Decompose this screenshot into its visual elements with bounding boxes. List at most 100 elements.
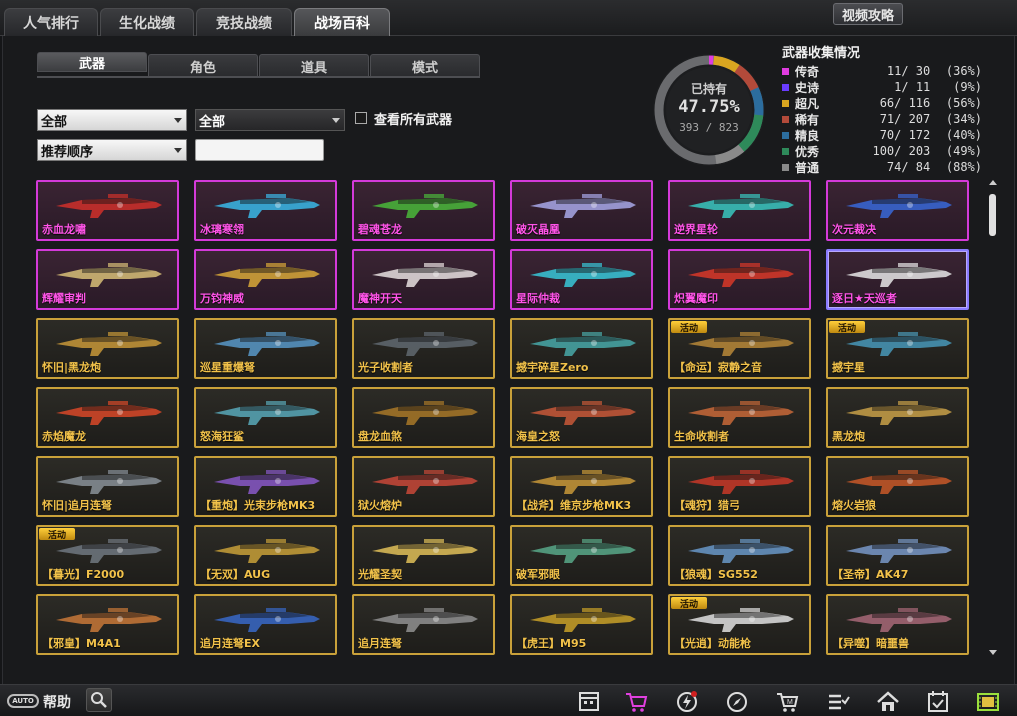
weapon-card[interactable]: 破灭晶凰 [510, 180, 653, 241]
help-label[interactable]: 帮助 [43, 692, 71, 712]
search-button[interactable] [86, 688, 112, 712]
weapon-card[interactable]: 辉耀审判 [36, 249, 179, 310]
sort-dropdown[interactable]: 推荐顺序 [37, 139, 187, 161]
auto-help-icon[interactable]: AUTO [7, 694, 39, 708]
grid-scrollbar[interactable] [987, 180, 999, 658]
weapon-name: 【无双】AUG [200, 568, 271, 581]
weapon-card[interactable]: 黑龙炮 [826, 387, 969, 448]
weapon-name: 【圣帝】AK47 [832, 568, 909, 581]
weapon-card[interactable]: 【魂狩】猎弓 [668, 456, 811, 517]
rarity-swatch [782, 147, 789, 155]
tab-zombie-stats[interactable]: 生化战绩 [100, 8, 194, 36]
home-icon[interactable] [874, 688, 902, 714]
subtab-items[interactable]: 道具 [259, 54, 369, 78]
subtab-characters[interactable]: 角色 [148, 54, 258, 78]
rarity-row: 稀有 71/ 207 (34%) [782, 111, 982, 127]
event-badge: 活动 [671, 597, 707, 610]
weapon-card[interactable]: 生命收割者 [668, 387, 811, 448]
sort-value: 推荐顺序 [41, 144, 94, 160]
scroll-down-arrow-icon[interactable] [989, 650, 997, 655]
tab-popularity[interactable]: 人气排行 [4, 8, 98, 36]
rarity-row: 普通 74/ 84 (88%) [782, 159, 982, 175]
weapon-card[interactable]: 巡星重爆弩 [194, 318, 337, 379]
category-dropdown[interactable]: 全部 [37, 109, 187, 131]
scroll-thumb[interactable] [989, 194, 996, 236]
weapon-card[interactable]: 【重炮】光束步枪MK3 [194, 456, 337, 517]
lightning-icon[interactable] [673, 688, 701, 714]
weapon-card[interactable]: 星际仲裁 [510, 249, 653, 310]
weapon-card[interactable]: 【狼魂】SG552 [668, 525, 811, 586]
weapon-card[interactable]: 追月连弩EX [194, 594, 337, 655]
rarity-count: 71/ 207 [879, 112, 931, 126]
weapon-name: 破灭晶凰 [516, 223, 560, 236]
weapon-name: 追月连弩 [358, 637, 402, 650]
show-all-checkbox[interactable] [355, 112, 367, 124]
weapon-image [530, 608, 636, 632]
weapon-card[interactable]: 【邪皇】M4A1 [36, 594, 179, 655]
weapon-image [846, 608, 952, 632]
subcategory-dropdown[interactable]: 全部 [195, 109, 345, 131]
weapon-name: 【魂狩】猎弓 [674, 499, 740, 512]
weapon-card[interactable]: 赤血龙嘯 [36, 180, 179, 241]
weapon-card[interactable]: 海皇之怒 [510, 387, 653, 448]
weapon-card[interactable]: 冰璃寒翎 [194, 180, 337, 241]
rarity-name: 超凡 [794, 96, 819, 111]
weapon-name: 怀旧|黑龙炮 [42, 361, 102, 374]
scroll-up-arrow-icon[interactable] [989, 180, 997, 185]
weapon-card[interactable]: 盘龙血煞 [352, 387, 495, 448]
weapon-image [688, 470, 794, 494]
weapon-card[interactable]: 逐日★天巡者 [826, 249, 969, 310]
weapon-card[interactable]: 碧魂苍龙 [352, 180, 495, 241]
weapon-card[interactable]: 活动 【暮光】F2000 [36, 525, 179, 586]
weapon-name: 【重炮】光束步枪MK3 [200, 499, 316, 512]
rarity-row: 史诗 1/ 11 (9%) [782, 79, 982, 95]
weapon-card[interactable]: 怀旧|黑龙炮 [36, 318, 179, 379]
calendar-icon[interactable] [575, 688, 603, 714]
owned-label: 已持有 [690, 82, 727, 96]
weapon-card[interactable]: 活动 【光逍】动能枪 [668, 594, 811, 655]
weapon-card[interactable]: 【战斧】维京步枪MK3 [510, 456, 653, 517]
rarity-row: 传奇 11/ 30 (36%) [782, 63, 982, 79]
checkin-icon[interactable] [924, 688, 952, 714]
weapon-card[interactable]: 破军邪眼 [510, 525, 653, 586]
weapon-card[interactable]: 活动 【命运】寂静之音 [668, 318, 811, 379]
weapon-card[interactable]: 赤焰魔龙 [36, 387, 179, 448]
weapon-card[interactable]: 魔神开天 [352, 249, 495, 310]
weapon-name: 光子收割者 [358, 361, 413, 374]
weapon-image [372, 194, 478, 218]
task-list-icon[interactable] [824, 688, 852, 714]
weapon-card[interactable]: 次元裁决 [826, 180, 969, 241]
film-icon[interactable] [974, 688, 1002, 714]
rarity-name: 传奇 [794, 64, 819, 79]
weapon-name: 万钧神威 [200, 292, 244, 305]
search-input[interactable] [195, 139, 324, 161]
compass-icon[interactable] [723, 688, 751, 714]
weapon-card[interactable]: 【圣帝】AK47 [826, 525, 969, 586]
weapon-card[interactable]: 撼宇碎星Zero [510, 318, 653, 379]
subtab-modes[interactable]: 模式 [370, 54, 480, 78]
weapon-card[interactable]: 逆界星轮 [668, 180, 811, 241]
weapon-card[interactable]: 光子收割者 [352, 318, 495, 379]
tab-encyclopedia[interactable]: 战场百科 [294, 8, 390, 36]
mall-cart-icon[interactable]: M [773, 688, 801, 714]
weapon-name: 辉耀审判 [42, 292, 86, 305]
weapon-card[interactable]: 怀旧|追月连弩 [36, 456, 179, 517]
video-guide-button[interactable]: 视频攻略 [833, 3, 903, 25]
weapon-card[interactable]: 炽翼魔印 [668, 249, 811, 310]
weapon-card[interactable]: 追月连弩 [352, 594, 495, 655]
weapon-image [214, 470, 320, 494]
weapon-card[interactable]: 【异噬】暗噩兽 [826, 594, 969, 655]
weapon-card[interactable]: 熔火岩狼 [826, 456, 969, 517]
weapon-card[interactable]: 万钧神威 [194, 249, 337, 310]
weapon-card[interactable]: 活动 撼宇星 [826, 318, 969, 379]
weapon-card[interactable]: 【虎王】M95 [510, 594, 653, 655]
shop-cart-icon[interactable] [622, 688, 650, 714]
weapon-name: 光耀圣契 [358, 568, 402, 581]
weapon-card[interactable]: 怒海狂鲨 [194, 387, 337, 448]
weapon-card[interactable]: 狱火熔炉 [352, 456, 495, 517]
weapon-name: 逐日★天巡者 [832, 292, 897, 305]
tab-competitive-stats[interactable]: 竞技战绩 [196, 8, 292, 36]
weapon-card[interactable]: 【无双】AUG [194, 525, 337, 586]
weapon-card[interactable]: 光耀圣契 [352, 525, 495, 586]
subtab-weapons[interactable]: 武器 [37, 52, 147, 72]
